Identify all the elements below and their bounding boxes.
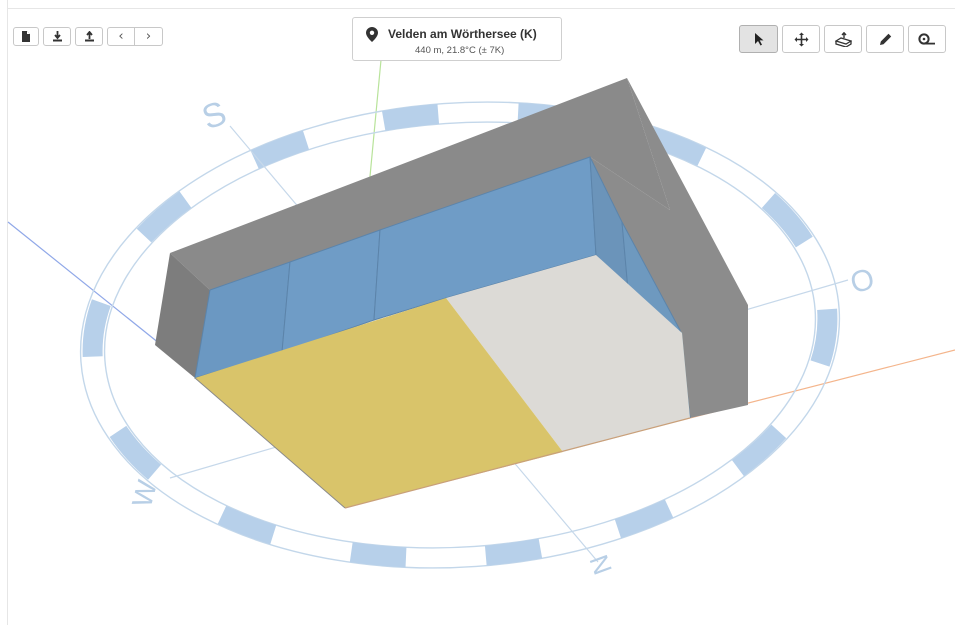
move-tool-button[interactable]	[782, 25, 820, 53]
move-icon	[794, 32, 808, 46]
compass-south-label: S	[197, 94, 231, 137]
prev-button[interactable]: ‹	[107, 27, 135, 46]
location-name: Velden am Wörthersee (K)	[388, 27, 537, 41]
measure-tool-button[interactable]	[908, 25, 946, 53]
tool-toolbar	[739, 25, 946, 53]
location-details: 440 m, 21.8°C (± 7K)	[415, 45, 505, 56]
select-pointer-icon	[754, 33, 763, 46]
compass-west-label: W	[126, 476, 163, 510]
download-button[interactable]	[43, 27, 71, 46]
location-info[interactable]: Velden am Wörthersee (K) 440 m, 21.8°C (…	[352, 17, 562, 61]
extrude-tool-button[interactable]	[824, 25, 862, 53]
map-pin-icon	[366, 27, 378, 42]
history-nav: ‹ ›	[107, 27, 163, 46]
chevron-right-icon: ›	[145, 29, 152, 44]
upload-icon	[84, 31, 94, 42]
new-file-icon	[22, 31, 30, 42]
pencil-icon	[879, 33, 891, 45]
compass-east-label: O	[847, 262, 878, 300]
compass-north-label: N	[584, 551, 619, 579]
3d-viewport[interactable]: S O W N	[0, 0, 955, 625]
measure-tape-icon	[918, 33, 935, 45]
draw-tool-button[interactable]	[866, 25, 904, 53]
select-tool-button[interactable]	[739, 25, 778, 53]
upload-button[interactable]	[75, 27, 103, 46]
new-file-button[interactable]	[13, 27, 39, 46]
file-toolbar: ‹ ›	[13, 27, 163, 46]
next-button[interactable]: ›	[135, 27, 163, 46]
chevron-left-icon: ‹	[118, 29, 124, 44]
download-icon	[52, 31, 62, 42]
extrude-icon	[834, 31, 852, 47]
